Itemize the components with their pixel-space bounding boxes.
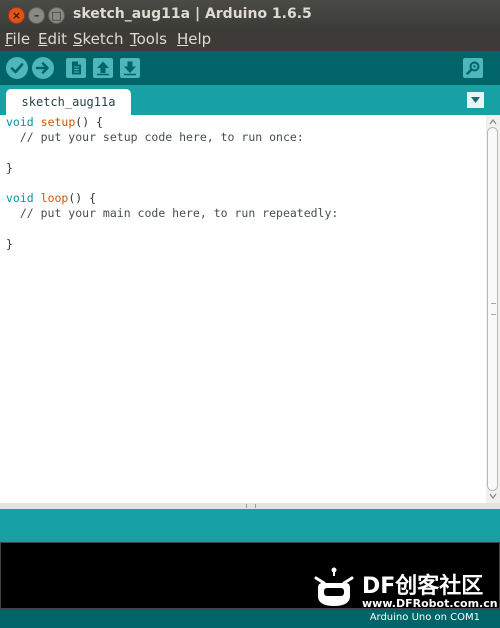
code-line[interactable]: ​: [6, 145, 338, 160]
code-token: void: [6, 115, 34, 129]
save-sketch-button[interactable]: [120, 58, 140, 78]
close-window-button[interactable]: ×: [8, 7, 25, 24]
tab-strip: sketch_aug11a: [0, 85, 500, 115]
code-line[interactable]: }: [6, 237, 338, 252]
code-line[interactable]: ​: [6, 221, 338, 236]
upload-icon: [35, 62, 49, 74]
code-token: loop: [40, 191, 69, 206]
verify-button[interactable]: [6, 57, 28, 79]
code-token: () {: [68, 191, 97, 206]
code-token: // put your main code here, to run repea…: [6, 206, 339, 221]
tab-sketch[interactable]: sketch_aug11a: [6, 89, 131, 115]
open-sketch-button[interactable]: [93, 58, 113, 78]
code-token: // put your setup code here, to run once…: [6, 130, 304, 145]
code-line[interactable]: // put your setup code here, to run once…: [6, 130, 338, 145]
code-token: }: [6, 160, 13, 175]
watermark-brand: DF创客社区: [362, 574, 484, 599]
serial-monitor-icon: [466, 61, 480, 75]
tab-menu-button[interactable]: [467, 92, 484, 108]
scroll-thumb[interactable]: [487, 127, 498, 491]
menu-tools-mnemonic: T: [130, 30, 137, 48]
code-line[interactable]: }: [6, 161, 338, 176]
code-line[interactable]: void setup() {: [6, 115, 338, 130]
menu-edit[interactable]: Edit: [38, 30, 67, 49]
editor-scrollbar[interactable]: [486, 115, 500, 503]
open-icon: [97, 61, 109, 76]
save-icon: [124, 61, 136, 76]
maximize-window-button[interactable]: □: [48, 7, 65, 24]
menu-file-mnemonic: F: [5, 30, 13, 48]
menu-help-label: elp: [188, 30, 212, 48]
watermark: DF创客社区 www.DFRobot.com.cn: [310, 566, 500, 614]
menu-bar: File Edit Sketch Tools Help: [0, 30, 500, 51]
menu-sketch-label: ketch: [82, 30, 124, 48]
code-token: void: [6, 191, 34, 206]
console-header: [0, 509, 500, 542]
code-token: setup: [40, 115, 76, 129]
title-bar: × – □ sketch_aug11a | Arduino 1.6.5: [0, 0, 500, 30]
menu-sketch-mnemonic: S: [73, 30, 83, 48]
menu-sketch[interactable]: Sketch: [73, 30, 124, 49]
divider-grip[interactable]: [246, 504, 256, 508]
upload-button[interactable]: [32, 57, 54, 79]
code-line[interactable]: // put your main code here, to run repea…: [6, 206, 339, 221]
window-title: sketch_aug11a | Arduino 1.6.5: [73, 6, 312, 22]
code-line[interactable]: ​: [6, 176, 338, 191]
menu-help[interactable]: Help: [177, 30, 211, 49]
menu-edit-label: dit: [47, 30, 68, 48]
chevron-down-icon: [471, 97, 480, 103]
scroll-up-icon[interactable]: [488, 117, 498, 127]
new-sketch-button[interactable]: [66, 58, 86, 78]
code-token: }: [6, 236, 13, 251]
menu-help-mnemonic: H: [177, 30, 189, 48]
toolbar: [0, 51, 500, 85]
scroll-grip: [491, 303, 496, 315]
menu-tools[interactable]: Tools: [130, 30, 167, 49]
new-icon: [72, 61, 81, 75]
watermark-url: www.DFRobot.com.cn: [362, 597, 498, 610]
serial-monitor-button[interactable]: [463, 58, 483, 78]
verify-icon: [10, 63, 24, 74]
code-text[interactable]: void setup() { // put your setup code he…: [6, 115, 338, 252]
minimize-window-button[interactable]: –: [28, 7, 45, 24]
scroll-down-icon[interactable]: [488, 491, 498, 501]
robot-logo-icon: [314, 567, 354, 606]
code-token: () {: [75, 115, 103, 129]
menu-tools-label: ools: [136, 30, 167, 48]
menu-file[interactable]: File: [5, 30, 30, 49]
menu-file-label: ile: [12, 30, 31, 48]
code-line[interactable]: void loop() {: [6, 191, 338, 206]
code-editor[interactable]: void setup() { // put your setup code he…: [0, 115, 500, 503]
